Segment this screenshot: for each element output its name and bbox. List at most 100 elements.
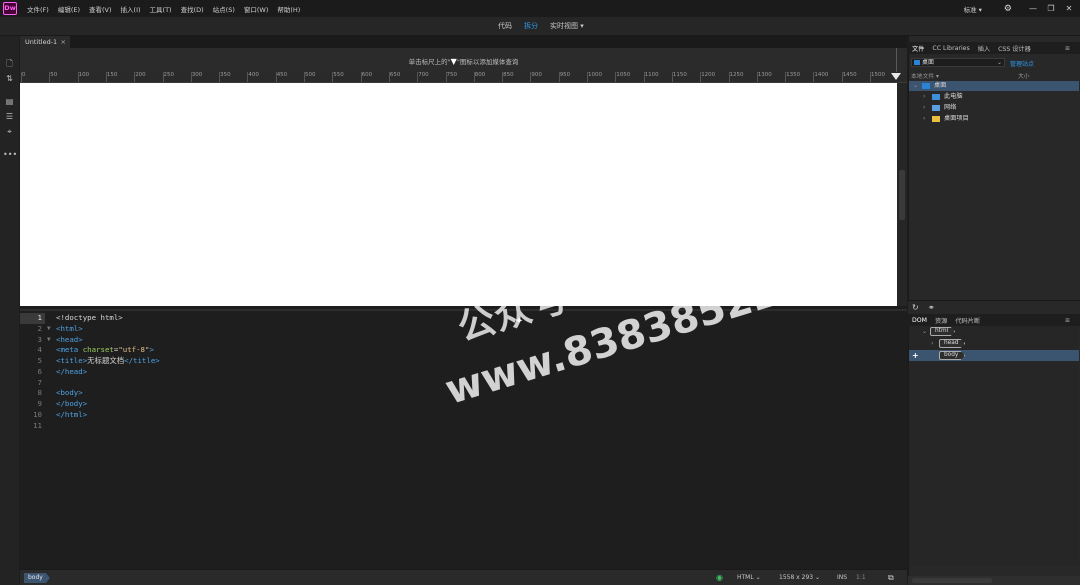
code-text[interactable]: </html> [56, 410, 87, 421]
menu-tools[interactable]: 工具(T) [150, 4, 172, 14]
file-tree-item[interactable]: ⌄ 桌面 [909, 81, 1079, 91]
minimize-button[interactable]: — [1026, 4, 1040, 13]
ruler-tick: 1000 [587, 72, 602, 82]
split-view-button[interactable]: 拆分 [524, 21, 538, 31]
insert-mode-indicator[interactable]: INS [837, 573, 847, 583]
document-toolbar: 代码 拆分 实时视图 ▾ [0, 17, 1080, 36]
open-documents-icon[interactable]: 🗋 [3, 58, 16, 69]
tab-dom[interactable]: DOM [908, 317, 931, 324]
dom-tag-pill[interactable]: head [939, 339, 966, 348]
format-source-icon[interactable]: ▤ [3, 96, 16, 107]
live-code-icon[interactable]: ⌖ [3, 126, 16, 137]
media-query-bar[interactable]: 单击标尺上的"▼"图标以添加媒体查询 [20, 48, 907, 72]
ruler-tick: 650 [388, 72, 401, 82]
ruler-tick: 1250 [728, 72, 744, 82]
site-connect-icon[interactable]: ⚭ [928, 303, 935, 312]
file-tree-item[interactable]: › 网络 [909, 103, 1079, 113]
menu-bar: Dw 文件(F) 编辑(E) 查看(V) 插入(I) 工具(T) 查找(D) 站… [0, 0, 1080, 17]
expand-arrow-icon[interactable]: › [923, 92, 925, 102]
code-text[interactable]: <!doctype html> [56, 313, 123, 324]
document-tabs: Untitled-1 × [20, 36, 907, 48]
code-text[interactable]: <title>无标题文档</title> [56, 356, 160, 367]
horizontal-ruler[interactable]: 0 50 100 150 200 250 300 350 400 450 500 550 600 650 7… [20, 72, 907, 83]
code-view-button[interactable]: 代码 [498, 21, 512, 31]
dom-panel-menu-icon[interactable]: ≡ [1061, 317, 1074, 324]
tab-assets[interactable]: 资源 [931, 316, 951, 325]
line-number: 7 [37, 377, 42, 387]
site-select[interactable]: 桌面 ⌄ [911, 58, 1005, 67]
panel-scrollbar[interactable] [908, 576, 1080, 585]
ruler-tick: 850 [502, 72, 514, 82]
code-text[interactable]: <head> [56, 335, 83, 346]
fold-arrow-icon[interactable]: ▼ [47, 335, 51, 346]
dom-tag-pill[interactable]: html [930, 327, 956, 336]
fold-arrow-icon[interactable]: ▼ [47, 324, 51, 335]
ruler-tick: 950 [558, 72, 571, 82]
menu-insert[interactable]: 插入(I) [121, 4, 141, 14]
document-type-select[interactable]: HTML ⌄ [734, 573, 770, 583]
menu-help[interactable]: 帮助(H) [277, 4, 300, 14]
expand-arrow-icon[interactable]: › [923, 114, 925, 124]
tag-selector-body[interactable]: body [24, 573, 50, 583]
code-editor[interactable]: 1 <!doctype html> 2 ▼ <html> 3 ▼ <head> 4 <meta c… [20, 309, 907, 569]
ruler-tick: 1500 [870, 72, 885, 82]
workspace-switcher[interactable]: 标准 ▾ [964, 4, 982, 14]
tab-snippets[interactable]: 代码片断 [951, 316, 984, 325]
sparkle-icon: ✦ [515, 316, 524, 327]
refresh-icon[interactable]: ↻ [912, 303, 919, 312]
code-text[interactable]: <body> [56, 388, 83, 399]
window-size-select[interactable]: 1558 x 293 ⌄ [776, 573, 828, 583]
expand-arrow-icon[interactable]: ⌄ [913, 81, 918, 91]
more-tools-icon[interactable]: ••• [3, 149, 17, 160]
code-text[interactable]: <meta charset="utf-8"> [56, 345, 154, 356]
restore-button[interactable]: ❐ [1044, 4, 1058, 13]
dom-node-html[interactable]: ⌄ html [909, 326, 1079, 337]
panel-scroll-thumb[interactable] [912, 578, 992, 583]
code-line[interactable]: 11 [20, 421, 907, 432]
apply-comment-icon[interactable]: ☰ [3, 111, 16, 122]
live-view-button[interactable]: 实时视图 ▾ [550, 21, 584, 31]
dom-tree [909, 326, 1079, 566]
manage-sites-link[interactable]: 管理站点 [1010, 59, 1034, 68]
menu-view[interactable]: 查看(V) [89, 4, 112, 14]
tab-css-designer[interactable]: CSS 设计器 [994, 44, 1035, 53]
file-tree-item[interactable]: › 此电脑 [909, 92, 1079, 102]
file-tree-item[interactable]: › 桌面项目 [909, 114, 1079, 124]
no-errors-icon[interactable]: ◉ [716, 573, 723, 583]
menu-find[interactable]: 查找(D) [181, 4, 204, 14]
panel-menu-icon[interactable]: ≡ [1061, 45, 1074, 52]
close-tab-icon[interactable]: × [61, 36, 66, 48]
viewport-divider [896, 48, 897, 72]
menu-site[interactable]: 站点(S) [213, 4, 235, 14]
scrollbar-thumb[interactable] [899, 170, 905, 220]
size-header[interactable]: 大小 [1018, 71, 1030, 80]
close-button[interactable]: ✕ [1062, 4, 1076, 13]
expand-arrow-icon[interactable]: › [923, 103, 925, 113]
tab-cc-libraries[interactable]: CC Libraries [928, 45, 973, 52]
sync-settings-icon[interactable]: ⚙ [1004, 4, 1012, 14]
local-files-header[interactable]: 本地文件 ▾ [911, 74, 939, 80]
menu-window[interactable]: 窗口(W) [244, 4, 269, 14]
dom-expand-icon[interactable]: › [931, 338, 933, 349]
code-text[interactable]: </body> [56, 399, 87, 410]
dom-expand-icon[interactable]: ⌄ [922, 326, 927, 337]
dom-tag-pill[interactable]: body [939, 351, 966, 360]
code-line[interactable]: 10 </html> [20, 410, 907, 421]
dom-panel-tabs: DOM 资源 代码片断 ≡ [908, 314, 1080, 326]
tab-untitled-1[interactable]: Untitled-1 × [20, 36, 70, 48]
menu-file[interactable]: 文件(F) [27, 4, 49, 14]
code-text[interactable]: <html> [56, 324, 83, 335]
tab-label: Untitled-1 [25, 38, 58, 46]
dom-node-body[interactable]: + body [909, 350, 1079, 361]
menu-edit[interactable]: 编辑(E) [58, 4, 80, 14]
dom-node-head[interactable]: › head [909, 338, 1079, 349]
tab-files[interactable]: 文件 [908, 44, 928, 53]
viewport-width-marker-icon[interactable] [891, 73, 901, 80]
file-management-icon[interactable]: ⇅ [3, 73, 16, 84]
code-text[interactable]: </head> [56, 367, 87, 378]
folder-icon [932, 116, 940, 122]
ruler-tick: 50 [49, 72, 58, 82]
add-element-icon[interactable]: + [912, 350, 919, 361]
tab-insert[interactable]: 插入 [974, 44, 994, 53]
preview-in-browser-icon[interactable]: ⧉ [888, 573, 894, 583]
